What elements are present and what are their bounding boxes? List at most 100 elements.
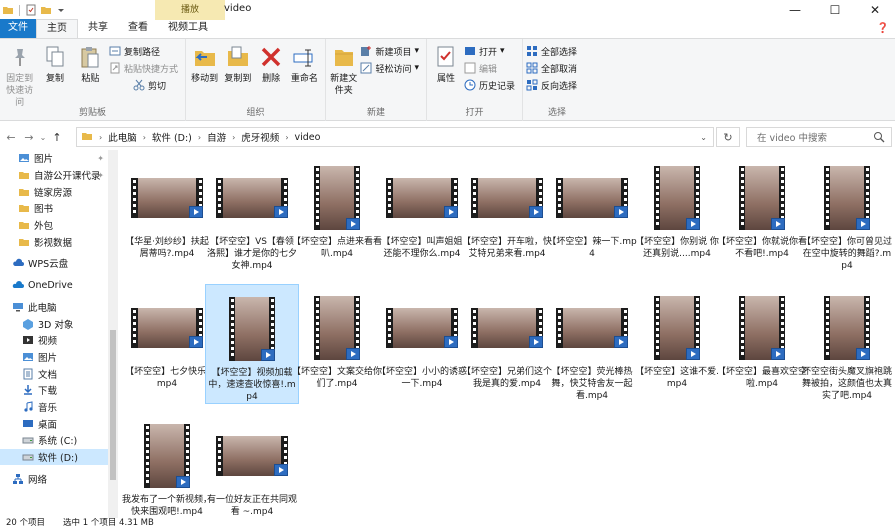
close-button[interactable]: ✕: [855, 0, 895, 20]
copy-path-label: 复制路径: [123, 47, 160, 58]
play-icon: [529, 336, 543, 348]
video-frame: [478, 178, 536, 218]
recent-locations-button[interactable]: ⌄: [38, 127, 48, 147]
pin-to-quick-access-button[interactable]: 固定到快速访问: [3, 42, 36, 109]
new-folder-button[interactable]: 新建文件夹: [329, 42, 358, 97]
nav-scrollbar[interactable]: [108, 150, 118, 518]
rename-label: 重命名: [290, 74, 318, 84]
title-bar: 播放 video — ☐ ✕: [0, 0, 895, 20]
file-item[interactable]: 【坏空空】荧光棒热舞，快艾特舍友一起看.mp4: [545, 284, 639, 402]
tab-video-tools[interactable]: 视频工具: [158, 19, 218, 38]
nav-item[interactable]: 网络: [0, 470, 108, 487]
nav-item[interactable]: OneDrive: [0, 277, 108, 294]
properties-button[interactable]: 属性: [430, 42, 462, 85]
nav-item[interactable]: 影视数据: [0, 233, 108, 250]
nav-item[interactable]: 链家房源: [0, 183, 108, 200]
file-item[interactable]: 【坏空空】辣一下.mp4: [545, 154, 639, 260]
pin-icon: ✦: [97, 153, 104, 163]
paste-button[interactable]: 粘贴: [74, 42, 107, 85]
edit-button[interactable]: 编辑: [464, 61, 515, 75]
video-thumbnail: [205, 162, 299, 234]
copy-button[interactable]: 复制: [38, 42, 71, 85]
paste-shortcut-icon: [109, 62, 121, 74]
nav-item[interactable]: 图书: [0, 200, 108, 217]
file-item[interactable]: 【坏空空】文案交给你们了.mp4: [290, 284, 384, 390]
help-icon[interactable]: ❓: [877, 23, 889, 34]
copy-path-button[interactable]: 复制路径: [109, 44, 178, 58]
address-dropdown-icon[interactable]: ⌄: [700, 133, 707, 142]
chevron-right-icon: ›: [232, 132, 236, 142]
context-tab-play[interactable]: 播放: [155, 0, 225, 20]
breadcrumb-ziyou[interactable]: 自游: [207, 130, 226, 144]
file-item[interactable]: 【坏空空】点进来看看叭.mp4: [290, 154, 384, 260]
minimize-button[interactable]: —: [775, 0, 815, 20]
nav-item[interactable]: WPS云盘: [0, 255, 108, 272]
chevron-right-icon: ›: [142, 132, 146, 142]
nav-item[interactable]: 图片: [0, 349, 108, 366]
history-button[interactable]: 历史记录: [464, 78, 515, 92]
up-button[interactable]: ↑: [48, 127, 66, 147]
address-bar[interactable]: › 此电脑 › 软件 (D:) › 自游 › 虎牙视频 › video ⌄: [76, 127, 714, 147]
file-item[interactable]: 【坏空空】你别说 你还真别说....mp4: [630, 154, 724, 260]
nav-item[interactable]: 系统 (C:): [0, 432, 108, 449]
forward-button[interactable]: →: [20, 127, 38, 147]
nav-item[interactable]: 音乐: [0, 399, 108, 416]
breadcrumb-drive-d[interactable]: 软件 (D:): [152, 130, 192, 144]
folder-icon: [2, 4, 14, 16]
nav-item[interactable]: 此电脑: [0, 299, 108, 316]
breadcrumb-video[interactable]: video: [295, 132, 321, 143]
nav-item[interactable]: 外包: [0, 217, 108, 234]
tab-view[interactable]: 查看: [118, 19, 158, 38]
file-item[interactable]: 【坏空空】你可曾见过在空中旋转的舞蹈?.mp4: [800, 154, 894, 272]
nav-item[interactable]: 文档: [0, 365, 108, 382]
nav-item[interactable]: 3D 对象: [0, 315, 108, 332]
nav-item-label: 软件 (D:): [38, 453, 78, 465]
rename-button[interactable]: 重命名: [289, 42, 320, 85]
tab-file[interactable]: 文件: [0, 19, 36, 38]
file-item[interactable]: 【华星·刘纱纱】扶起屑蒂吗?.mp4: [120, 154, 214, 260]
nav-item[interactable]: 软件 (D:): [0, 448, 108, 466]
file-item[interactable]: 【坏空空】小小的诱惑一下.mp4: [375, 284, 469, 390]
ribbon-tabs: 文件 主页 共享 查看 视频工具: [0, 19, 895, 39]
nav-item[interactable]: 图片 ✦: [0, 150, 108, 167]
move-to-button[interactable]: 移动到: [189, 42, 220, 85]
new-item-button[interactable]: 新建项目 ▾: [360, 44, 419, 58]
easy-access-button[interactable]: 轻松访问 ▾: [360, 61, 419, 75]
file-item[interactable]: 【坏空空】VS【春领洛熙】谁才是你的七夕女神.mp4: [205, 154, 299, 272]
select-none-button[interactable]: 全部取消: [526, 61, 577, 75]
file-item[interactable]: 坏空空街头魔叉旗袍跳舞被拍，这颜值也太真实了吧.mp4: [800, 284, 894, 402]
file-item[interactable]: 【坏空空】开车啦，快艾特兄弟来看.mp4: [460, 154, 554, 260]
delete-button[interactable]: 删除: [256, 42, 287, 85]
maximize-button[interactable]: ☐: [815, 0, 855, 20]
nav-item[interactable]: 视频: [0, 332, 108, 349]
scrollbar-thumb[interactable]: [110, 330, 116, 480]
file-item[interactable]: 有一位好友正在共同观看 ~.mp4: [205, 412, 299, 518]
tab-share[interactable]: 共享: [78, 19, 118, 38]
select-all-button[interactable]: 全部选择: [526, 44, 577, 58]
nav-item[interactable]: 自游公开课代录 ✦: [0, 167, 108, 184]
breadcrumb-this-pc[interactable]: 此电脑: [108, 130, 137, 144]
file-item[interactable]: 【坏空空】最喜欢空空啦.mp4: [715, 284, 809, 390]
file-item[interactable]: 【坏空空】叫声姐姐 还能不理你么.mp4: [375, 154, 469, 260]
new-folder-icon[interactable]: [40, 4, 52, 16]
paste-shortcut-button[interactable]: 粘贴快捷方式: [109, 61, 178, 75]
file-item[interactable]: 我发布了一个新视频，快来围观吧!.mp4: [120, 412, 214, 518]
cut-button[interactable]: 剪切: [133, 78, 178, 92]
customize-toolbar-icon[interactable]: [55, 4, 67, 16]
file-item[interactable]: 【坏空空】视频加载中，速速查收惊喜!.mp4: [205, 284, 299, 404]
file-item[interactable]: 【坏空空】七夕快乐.mp4: [120, 284, 214, 390]
file-item[interactable]: 【坏空空】你就说你看不看吧!.mp4: [715, 154, 809, 260]
nav-item[interactable]: 桌面: [0, 415, 108, 432]
properties-icon[interactable]: [25, 4, 37, 16]
invert-selection-button[interactable]: 反向选择: [526, 78, 577, 92]
file-item[interactable]: 【坏空空】兄弟们这个我是真的爱.mp4: [460, 284, 554, 390]
tab-home[interactable]: 主页: [36, 19, 78, 38]
back-button[interactable]: ←: [2, 127, 20, 147]
nav-item[interactable]: 下载: [0, 382, 108, 399]
copy-to-button[interactable]: 复制到: [222, 42, 253, 85]
refresh-button[interactable]: ↻: [716, 127, 740, 147]
open-button[interactable]: 打开 ▾: [464, 44, 515, 58]
breadcrumb-huya-video[interactable]: 虎牙视频: [241, 130, 279, 144]
file-item[interactable]: 【坏空空】这谁不爱.mp4: [630, 284, 724, 390]
search-input[interactable]: 在 video 中搜索: [746, 127, 892, 147]
